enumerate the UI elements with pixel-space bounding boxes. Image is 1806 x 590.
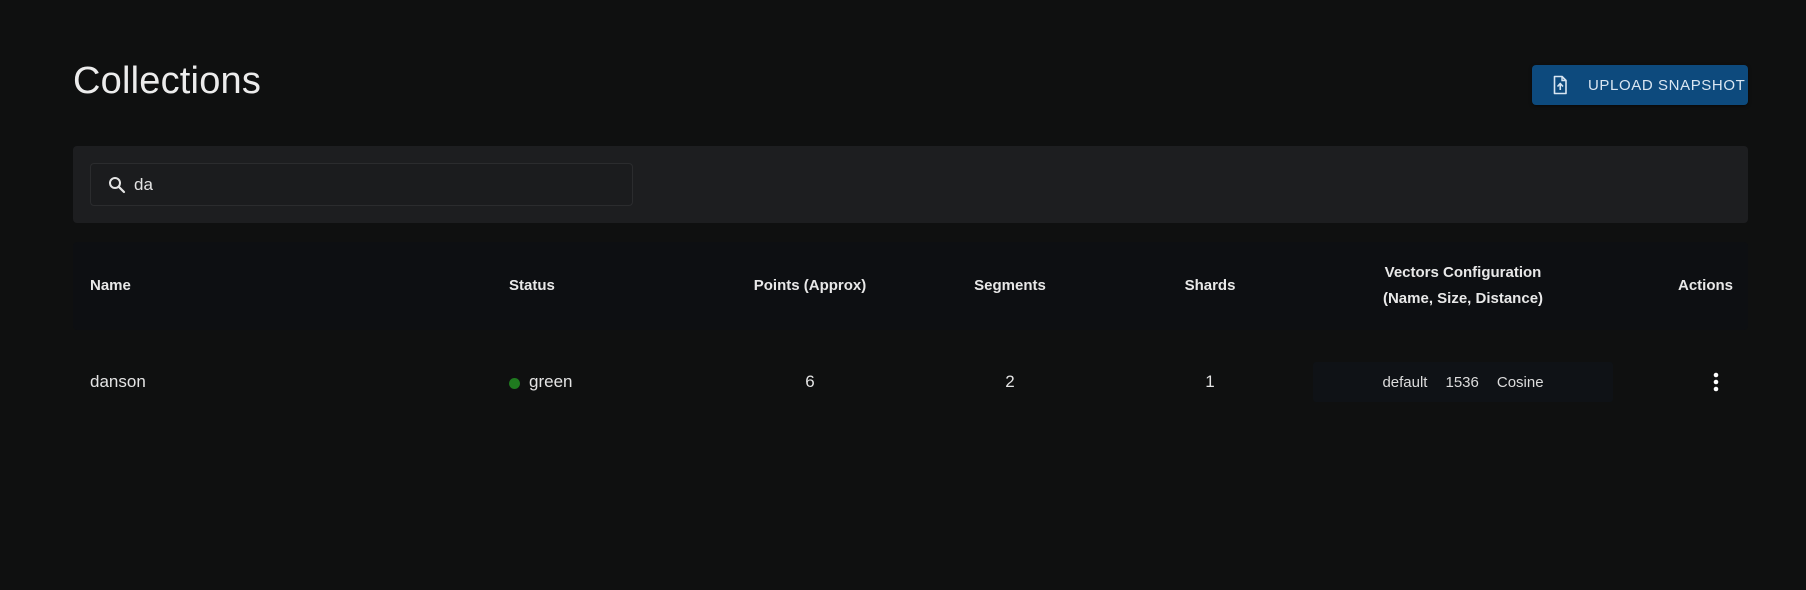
collection-name[interactable]: danson [90,330,390,434]
column-header-vectors-subtitle: (Name, Size, Distance) [1382,290,1544,307]
search-input[interactable] [134,174,614,195]
column-header-vectors-title: Vectors Configuration [1384,264,1542,281]
vector-name: default [1382,373,1428,391]
actions-cell [1613,330,1733,434]
column-header-name[interactable]: Name [90,242,390,330]
vector-distance: Cosine [1496,373,1544,391]
table-body: danson green 6 2 1 default 1536 Cosine [73,330,1748,434]
vectors-config-cell: default 1536 Cosine [1313,330,1613,434]
file-upload-icon [1550,75,1570,95]
collections-page: Collections UPLOAD SNAPSHOT Name [0,0,1806,590]
search-panel [73,146,1748,223]
page-title: Collections [73,60,262,102]
status-label: green [529,372,573,391]
collections-table: Name Status Points (Approx) Segments Sha… [73,242,1748,434]
search-field[interactable] [90,163,633,206]
column-header-segments[interactable]: Segments [901,242,1119,330]
status-indicator-dot [509,377,520,389]
column-header-vectors: Vectors Configuration (Name, Size, Dista… [1313,242,1613,330]
search-icon [108,176,126,194]
upload-snapshot-label: UPLOAD SNAPSHOT [1588,76,1746,94]
column-header-shards[interactable]: Shards [1101,242,1319,330]
upload-snapshot-button[interactable]: UPLOAD SNAPSHOT [1532,65,1748,105]
column-header-status[interactable]: Status [509,242,659,330]
shards-count: 1 [1205,372,1215,391]
segments-count: 2 [1005,372,1015,391]
table-header: Name Status Points (Approx) Segments Sha… [73,242,1748,330]
vector-config-chip: default 1536 Cosine [1313,362,1613,402]
vector-size: 1536 [1445,373,1479,391]
more-vert-icon[interactable] [1704,367,1728,397]
column-header-actions: Actions [1677,277,1733,294]
collection-status: green [509,330,659,434]
column-header-points[interactable]: Points (Approx) [701,242,919,330]
table-row[interactable]: danson green 6 2 1 default 1536 Cosine [73,330,1748,434]
points-count: 6 [805,372,815,391]
